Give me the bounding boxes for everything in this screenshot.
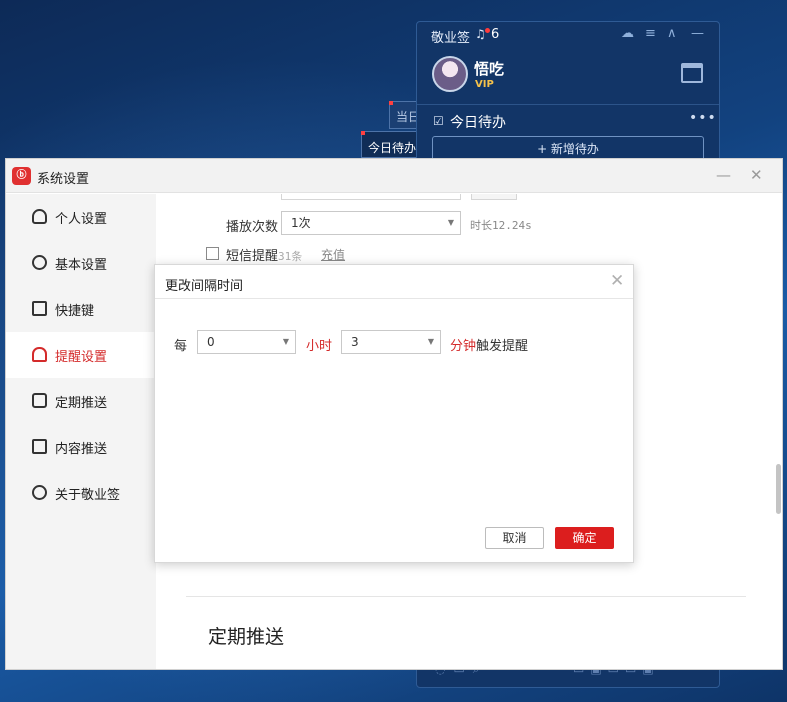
notification-count: 6	[491, 27, 500, 42]
sms-reminder-label: 短信提醒	[226, 249, 279, 264]
partial-button[interactable]	[471, 194, 517, 200]
nav-label: 关于敬业签	[55, 488, 121, 503]
sms-reminder-checkbox[interactable]	[206, 247, 219, 260]
every-label: 每	[174, 339, 188, 354]
bell-icon	[32, 347, 47, 362]
sticky-dot	[389, 101, 393, 105]
nav-label: 提醒设置	[55, 350, 108, 365]
nav-label: 定期推送	[55, 396, 108, 411]
gear-icon	[32, 255, 47, 270]
menu-icon[interactable]: ≡	[645, 26, 656, 41]
minutes-value: 3	[351, 335, 359, 349]
more-options-icon[interactable]: •••	[689, 110, 717, 126]
recharge-link[interactable]: 充值	[321, 246, 345, 263]
select-value: 1次	[291, 216, 311, 230]
nav-item-about[interactable]: 关于敬业签	[6, 470, 156, 516]
cloud-sync-icon[interactable]: ☁	[621, 26, 634, 41]
settings-sidebar: 个人设置 基本设置 快捷键 提醒设置 定期推送 内容推送 关于敬业签	[6, 194, 156, 669]
keyboard-icon	[32, 301, 47, 316]
play-count-select[interactable]: 1次 ▼	[281, 211, 461, 235]
chevron-down-icon: ▼	[282, 337, 289, 346]
section-divider	[186, 596, 746, 597]
app-logo-icon: ⓑ	[12, 167, 31, 185]
hours-select[interactable]: 0 ▼	[197, 330, 296, 354]
user-name: 悟吃	[474, 60, 505, 78]
clock-icon	[32, 393, 47, 408]
nav-item-content-push[interactable]: 内容推送	[6, 424, 156, 470]
hours-unit: 小时	[306, 339, 333, 354]
nav-item-personal[interactable]: 个人设置	[6, 194, 156, 240]
trigger-text: 触发提醒	[476, 339, 529, 354]
todo-title: 今日待办	[450, 115, 506, 131]
close-icon[interactable]: ✕	[610, 271, 624, 291]
notification-dot	[485, 28, 490, 33]
hours-value: 0	[207, 335, 215, 349]
close-button[interactable]: ✕	[750, 166, 763, 184]
confirm-button[interactable]: 确定	[555, 527, 614, 549]
divider	[417, 104, 719, 105]
minimize-icon[interactable]: —	[691, 26, 704, 41]
dialog-title: 更改间隔时间	[165, 279, 244, 294]
nav-label: 个人设置	[55, 212, 108, 227]
minutes-unit: 分钟	[450, 339, 477, 354]
cancel-button[interactable]: 取消	[485, 527, 544, 549]
scrollbar[interactable]	[776, 464, 781, 514]
calendar-icon[interactable]	[681, 63, 703, 83]
minimize-button[interactable]: —	[716, 166, 731, 184]
chevron-down-icon: ▼	[427, 337, 434, 346]
nav-item-basic[interactable]: 基本设置	[6, 240, 156, 286]
dialog-header: 更改间隔时间 ✕	[155, 265, 633, 299]
chevron-down-icon: ▼	[447, 218, 454, 227]
duration-hint: 时长12.24s	[470, 219, 532, 232]
sticky-note-label: 今日待办	[368, 141, 417, 155]
widget-titlebar[interactable]: 敬业签 ♫ 6 ☁ ≡ ∧ —	[417, 22, 719, 48]
collapse-icon[interactable]: ∧	[667, 26, 677, 41]
avatar[interactable]	[432, 56, 468, 92]
sms-remaining: 31条	[278, 250, 303, 263]
nav-item-reminders[interactable]: 提醒设置	[6, 332, 156, 378]
nav-item-shortcuts[interactable]: 快捷键	[6, 286, 156, 332]
info-icon	[32, 485, 47, 500]
sticky-dot	[361, 131, 365, 135]
user-icon	[32, 209, 47, 224]
minutes-select[interactable]: 3 ▼	[341, 330, 441, 354]
document-icon	[32, 439, 47, 454]
change-interval-dialog: 更改间隔时间 ✕ 每 0 ▼ 小时 3 ▼ 分钟 触发提醒 取消 确定	[154, 264, 634, 563]
section-title: 定期推送	[208, 626, 285, 648]
vip-badge: VIP	[475, 79, 494, 90]
nav-label: 内容推送	[55, 442, 108, 457]
nav-label: 基本设置	[55, 258, 108, 273]
widget-title: 敬业签	[431, 31, 471, 46]
todo-icon: ☑	[433, 114, 444, 128]
partial-input[interactable]	[281, 194, 461, 200]
nav-label: 快捷键	[55, 304, 95, 319]
window-title: 系统设置	[37, 172, 90, 187]
nav-item-scheduled-push[interactable]: 定期推送	[6, 378, 156, 424]
settings-titlebar[interactable]: ⓑ 系统设置 — ✕	[6, 159, 782, 193]
play-count-label: 播放次数	[226, 220, 279, 235]
